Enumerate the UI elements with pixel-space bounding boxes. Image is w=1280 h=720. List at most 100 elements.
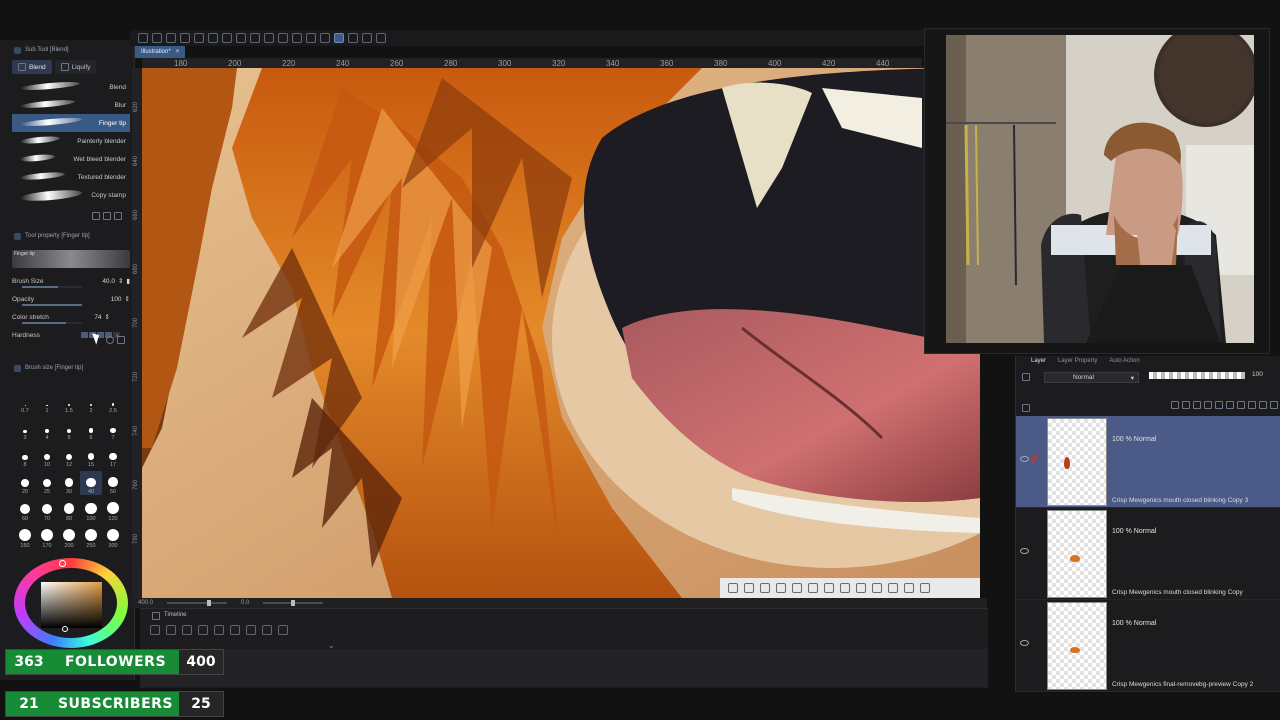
opacity-slider[interactable] (22, 304, 82, 306)
grid-icon[interactable] (904, 583, 914, 593)
brush-size-option[interactable]: 0.7 (14, 390, 36, 414)
brush-item-blur[interactable]: Blur (12, 96, 130, 114)
new-folder-icon[interactable] (1193, 401, 1201, 409)
layer-item[interactable]: 100 % Normal Crisp Mewgenics mouth close… (1016, 508, 1280, 600)
clip-layer-icon[interactable] (1204, 401, 1212, 409)
flip-icon[interactable] (744, 583, 754, 593)
brush-size-option[interactable]: 80 (58, 498, 80, 522)
brush-size-option[interactable]: 3 (14, 417, 36, 441)
visibility-eye-icon[interactable] (1020, 640, 1029, 646)
new-subtool-icon[interactable] (103, 212, 111, 220)
brush-size-option[interactable]: 50 (102, 471, 124, 495)
brush-size-option[interactable]: 6 (80, 417, 102, 441)
hue-marker[interactable] (59, 560, 66, 567)
visibility-eye-icon[interactable] (1020, 548, 1029, 554)
brush-size-option[interactable]: 15 (80, 444, 102, 468)
connect-icon[interactable] (840, 583, 850, 593)
chevron-updown-icon[interactable]: ⇕ (118, 277, 123, 285)
redo-icon[interactable] (222, 33, 232, 43)
tab-layer[interactable]: Layer (1031, 358, 1046, 364)
brush-size-option[interactable]: 30 (58, 471, 80, 495)
tab-liquify[interactable]: Liquify (54, 60, 97, 74)
new-file-icon[interactable] (138, 33, 148, 43)
rotation-slider-thumb[interactable] (291, 600, 296, 606)
panel-menu-icon[interactable] (1022, 404, 1030, 412)
brush-size-option[interactable]: 17 (102, 444, 124, 468)
brush-size-option[interactable]: 40 (80, 471, 102, 495)
opacity-value-box[interactable]: 100 ⇕ (111, 295, 130, 304)
color-stretch-row[interactable]: Color stretch 74 ⇕ (12, 308, 130, 326)
drawing-canvas[interactable] (142, 68, 980, 598)
next-frame-icon[interactable] (198, 625, 208, 635)
chevron-updown-icon[interactable]: ⇕ (105, 313, 110, 321)
new-cel-icon[interactable] (246, 625, 256, 635)
brush-size-option[interactable]: 250 (80, 525, 102, 549)
first-frame-icon[interactable] (150, 625, 160, 635)
bucket-icon[interactable] (872, 583, 882, 593)
new-raster-layer-icon[interactable] (1171, 401, 1179, 409)
brush-size-option[interactable]: 1.5 (58, 390, 80, 414)
brush-size-option[interactable]: 20 (14, 471, 36, 495)
folder-icon[interactable] (278, 625, 288, 635)
snap-grid-icon[interactable] (348, 33, 358, 43)
lock-icon[interactable] (1226, 401, 1234, 409)
merge-layer-icon[interactable] (1259, 401, 1267, 409)
snap-ruler-icon[interactable] (334, 33, 344, 43)
settings-gear-icon[interactable] (236, 33, 246, 43)
brush-item-textured-blender[interactable]: Textured blender (12, 168, 130, 186)
tab-blend[interactable]: Blend (12, 60, 52, 74)
saturation-value-square[interactable] (41, 582, 102, 628)
wrench-small-icon[interactable] (117, 336, 125, 344)
brush-size-option[interactable]: 170 (36, 525, 58, 549)
copy-subtool-icon[interactable] (92, 212, 100, 220)
brush-size-option[interactable]: 2 (80, 390, 102, 414)
stack-icon[interactable] (824, 583, 834, 593)
layer-options-icon[interactable] (1022, 373, 1030, 381)
brush-size-option[interactable]: 150 (14, 525, 36, 549)
new-vector-layer-icon[interactable] (1182, 401, 1190, 409)
save-icon[interactable] (166, 33, 176, 43)
delete-subtool-icon[interactable] (114, 212, 122, 220)
fit-icon[interactable] (776, 583, 786, 593)
brush-size-option[interactable]: 2.5 (102, 390, 124, 414)
zoom-slider-thumb[interactable] (207, 600, 212, 606)
brush-size-option[interactable]: 5 (58, 417, 80, 441)
timeline-track[interactable] (140, 649, 988, 687)
onion-skin-icon[interactable] (262, 625, 272, 635)
tab-auto-action[interactable]: Auto Action (1109, 358, 1139, 364)
layer-item[interactable]: 100 % Normal Crisp Mewgenics mouth close… (1016, 416, 1280, 508)
brush-size-option[interactable]: 7 (102, 417, 124, 441)
help-icon[interactable] (376, 33, 386, 43)
settings-icon[interactable] (106, 336, 114, 344)
color-stretch-slider[interactable] (22, 322, 82, 324)
rotation-slider[interactable] (263, 600, 324, 606)
blend-mode-select[interactable]: Normal ▾ (1044, 372, 1139, 383)
mask-icon[interactable] (1237, 401, 1245, 409)
brush-size-option[interactable]: 300 (102, 525, 124, 549)
brush-size-option[interactable]: 100 (80, 498, 102, 522)
color-stretch-value-box[interactable]: 74 ⇕ (94, 313, 110, 322)
brush-item-painterly-blender[interactable]: Painterly blender (12, 132, 130, 150)
color-picker-marker[interactable] (62, 626, 68, 632)
crop-small-icon[interactable] (856, 583, 866, 593)
brush-item-finger-tip[interactable]: Finger tip (12, 114, 130, 132)
open-file-icon[interactable] (152, 33, 162, 43)
brush-size-option[interactable]: 8 (14, 444, 36, 468)
snap-icon[interactable] (320, 33, 330, 43)
undo-icon[interactable] (208, 33, 218, 43)
prev-frame-icon[interactable] (166, 625, 176, 635)
opacity-row[interactable]: Opacity 100 ⇕ (12, 290, 130, 308)
brush-size-value-box[interactable]: 40.0 ⇕ ▮ (102, 277, 130, 286)
brush-size-option[interactable]: 12 (58, 444, 80, 468)
pressure-icon[interactable]: ▮ (126, 277, 130, 285)
tab-layer-property[interactable]: Layer Property (1058, 358, 1097, 364)
brush-item-wet-bleed-blender[interactable]: Wet bleed blender (12, 150, 130, 168)
zoom-icon[interactable] (760, 583, 770, 593)
layer-opacity-slider[interactable] (1149, 372, 1245, 379)
lasso-icon[interactable] (292, 33, 302, 43)
color-wheel[interactable] (12, 558, 130, 648)
brush-size-row[interactable]: Brush Size 40.0 ⇕ ▮ (12, 272, 130, 290)
delete-layer-icon[interactable] (1248, 401, 1256, 409)
hardness-step[interactable] (81, 332, 88, 338)
hand-icon[interactable] (792, 583, 802, 593)
